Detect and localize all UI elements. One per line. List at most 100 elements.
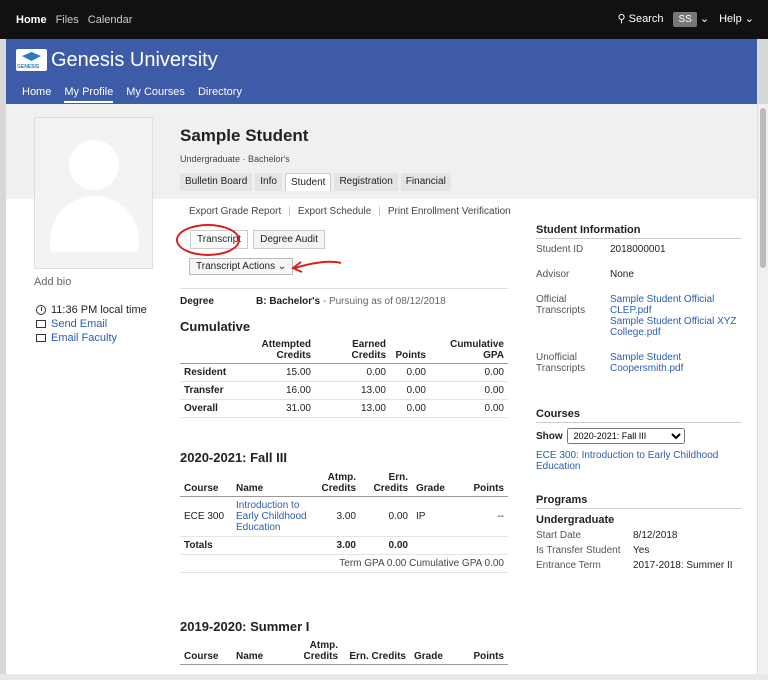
is-transfer-label: Is Transfer Student [536,545,621,556]
print-enrollment-link[interactable]: Print Enrollment Verification [388,206,511,217]
degree-label: Degree [180,296,214,307]
term-header: Ern. Credits [360,470,412,497]
term-header: Atmp. Credits [294,638,342,665]
search-icon: ⚲ [617,13,626,25]
term-header: Points [452,470,508,497]
tab-registration[interactable]: Registration [334,173,398,191]
site-title[interactable]: Genesis University [51,49,218,72]
cumulative-header: Earned Credits [315,337,390,364]
degree-row: Degree B: Bachelor's - Pursuing as of 08… [180,288,508,307]
tab-bulletin-board[interactable]: Bulletin Board [180,173,253,191]
gpa-row: Term GPA 0.00 Cumulative GPA 0.00 [180,554,508,573]
is-transfer-value: Yes [633,545,650,556]
table-cell: 0.00 [390,363,430,382]
term-title: 2020-2021: Fall III [180,450,287,465]
export-schedule-link[interactable]: Export Schedule [298,206,371,217]
send-email-link[interactable]: Send Email [51,317,107,331]
totals-row: Totals 3.00 0.00 [180,536,508,555]
help-label: Help [719,13,742,25]
advisor-value: None [610,269,634,280]
term-title: 2019-2020: Summer I [180,619,310,634]
term-header: Name [232,638,294,665]
transcript-actions-dropdown[interactable]: Transcript Actions ⌄ [189,258,294,275]
nav-my-courses[interactable]: My Courses [126,86,185,103]
top-link-files[interactable]: Files [56,14,79,26]
term-header: Grade [412,470,452,497]
term-select[interactable]: 2020-2021: Fall III [566,428,685,444]
page-scrollbar[interactable] [757,104,768,674]
cumulative-header: Cumulative GPA [430,337,508,364]
student-id-label: Student ID [536,244,584,255]
nav-my-profile[interactable]: My Profile [64,86,114,103]
cumulative-header [180,337,240,364]
contact-links: 11:36 PM local time Send Email Email Fac… [36,303,147,345]
top-link-calendar[interactable]: Calendar [88,14,133,26]
tab-degree-audit[interactable]: Degree Audit [253,230,325,249]
transcript-actions-label: Transcript Actions [196,261,276,272]
entrance-term-value: 2017-2018: Summer II [633,560,733,571]
student-sidebar: Student Information Student ID 2018000001… [536,224,742,581]
table-row: Overall 31.00 13.00 0.00 0.00 [180,399,508,418]
advisor-label: Advisor [536,269,570,280]
course-link[interactable]: ECE 300: Introduction to Early Childhood… [536,450,742,472]
export-actions: Export Grade Report | Export Schedule | Pr… [189,206,511,217]
row-label: Transfer [180,381,240,400]
tab-student[interactable]: Student [284,173,332,191]
show-label: Show [536,430,563,442]
term-header: Atmp. Credits [312,470,360,497]
nav-home[interactable]: Home [22,86,51,103]
mail-icon [36,320,46,328]
course-code: ECE 300 [180,496,232,537]
term-header: Grade [410,638,450,665]
user-menu[interactable]: SS ⌄ [673,12,709,27]
local-time: 11:36 PM local time [51,304,147,316]
nav-directory[interactable]: Directory [198,86,242,103]
mail-icon [36,334,46,342]
degree-status: - Pursuing as of 08/12/2018 [322,296,446,307]
help-menu[interactable]: Help ⌄ [719,12,754,25]
search-label: Search [628,13,664,25]
degree-value: B: Bachelor's [256,296,321,307]
term-header: Course [180,470,232,497]
scrollbar-thumb[interactable] [760,108,766,268]
table-cell: 0.00 [430,363,508,382]
clock-icon [36,305,46,315]
term-gpa: Term GPA 0.00 Cumulative GPA 0.00 [180,554,508,573]
row-label: Overall [180,399,240,418]
course-name-link[interactable]: Introduction to Early Childhood Educatio… [236,500,307,533]
term-header: Course [180,638,232,665]
cumulative-title: Cumulative [180,319,251,334]
profile-photo[interactable] [34,117,153,269]
university-logo-icon: GENESIS [16,49,47,71]
table-cell: 13.00 [315,399,390,418]
table-cell: 0.00 [360,536,412,555]
table-cell: 3.00 [312,536,360,555]
cumulative-table: Attempted Credits Earned Credits Points … [180,337,508,418]
table-cell: 0.00 [315,363,390,382]
avatar: SS [673,12,697,27]
top-link-home[interactable]: Home [16,14,47,26]
export-grade-report-link[interactable]: Export Grade Report [189,206,281,217]
student-program: Undergraduate · Bachelor's [180,154,290,164]
official-transcript-link[interactable]: Sample Student Official XYZ College.pdf [610,316,742,338]
tab-info[interactable]: Info [255,173,282,191]
annotation-arrow-icon [291,260,342,273]
search-button[interactable]: ⚲ Search [617,12,663,25]
table-cell: 0.00 [390,381,430,400]
table-cell: 3.00 [312,496,360,537]
add-bio-link[interactable]: Add bio [34,276,71,288]
term-table: Course Name Atmp. Credits Ern. Credits G… [180,638,508,665]
courses-title: Courses [536,408,742,423]
tab-financial[interactable]: Financial [400,173,451,191]
unofficial-transcripts-label: Unofficial Transcripts [536,352,586,374]
table-cell: 13.00 [315,381,390,400]
student-id-value: 2018000001 [610,244,666,255]
totals-label: Totals [180,536,312,555]
row-label: Resident [180,363,240,382]
unofficial-transcript-link[interactable]: Sample Student Coopersmith.pdf [610,352,742,374]
email-faculty-link[interactable]: Email Faculty [51,331,117,345]
chevron-down-icon: ⌄ [277,261,287,272]
start-date-value: 8/12/2018 [633,530,678,541]
table-row: Resident 15.00 0.00 0.00 0.00 [180,363,508,382]
official-transcript-link[interactable]: Sample Student Official CLEP.pdf [610,294,742,316]
